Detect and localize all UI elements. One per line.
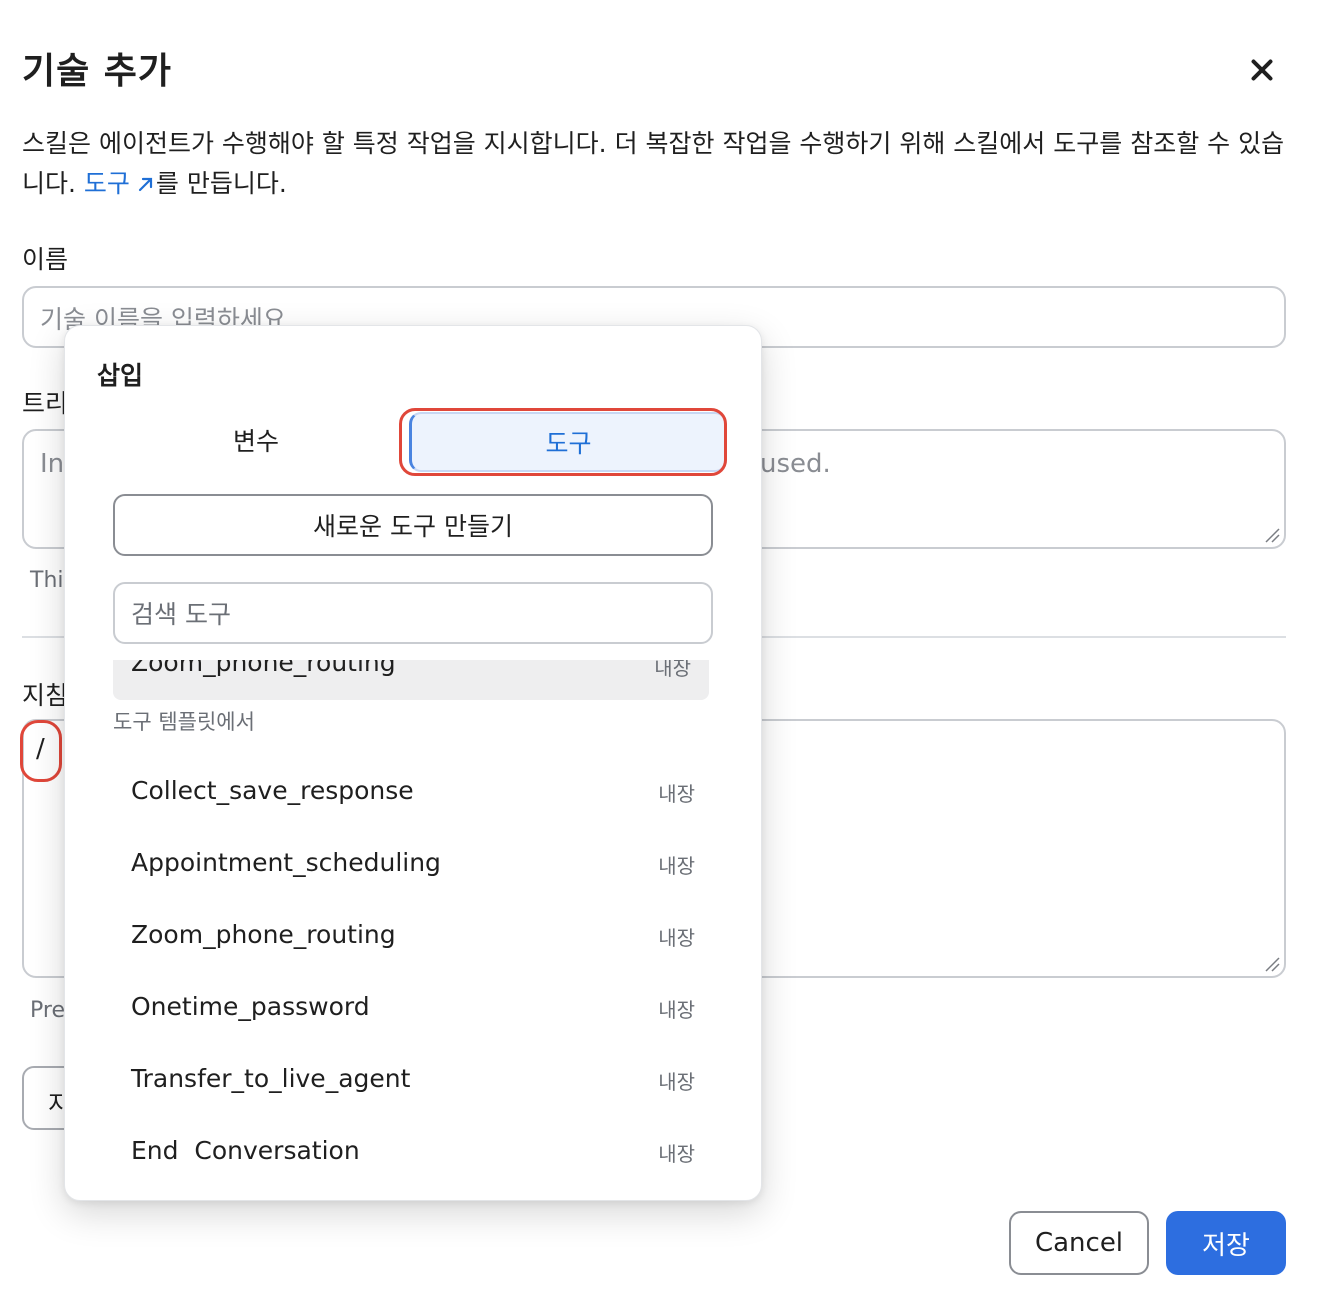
tool-list-scrolled: Zoom_phone_routing 내장 [113, 660, 713, 700]
tool-name: Collect_save_response [131, 776, 414, 805]
tool-name: End Conversation [131, 1136, 360, 1165]
list-item[interactable]: End Conversation 내장 [113, 1116, 713, 1188]
dialog-description: 스킬은 에이전트가 수행해야 할 특정 작업을 지시합니다. 더 복잡한 작업을… [22, 124, 1292, 204]
list-item[interactable]: Zoom_phone_routing 내장 [113, 900, 713, 972]
tab-variables[interactable]: 변수 [113, 410, 399, 470]
create-tool-button[interactable]: 새로운 도구 만들기 [113, 494, 713, 556]
trigger-help-text: Thi [30, 568, 64, 593]
tool-name: Transfer_to_live_agent [131, 1064, 411, 1093]
dialog-title: 기술 추가 [22, 51, 173, 92]
tool-name: Appointment_scheduling [131, 848, 441, 877]
resize-handle-icon[interactable] [1264, 956, 1280, 972]
popup-title: 삽입 [97, 361, 144, 390]
tool-name: Onetime_password [131, 992, 370, 1021]
trigger-placeholder-start: In [40, 449, 65, 479]
insert-popup: 삽입 변수 도구 새로운 도구 만들기 검색 도구 Zoom_phone_rou… [64, 325, 762, 1201]
description-suffix: 를 만듭니다. [155, 169, 287, 198]
tools-link-label[interactable]: 도구 [84, 169, 130, 198]
list-item[interactable]: Transfer_to_live_agent 내장 [113, 1044, 713, 1116]
name-label: 이름 [22, 245, 69, 274]
trigger-label: 트리 [22, 389, 69, 418]
instructions-label: 지침 [22, 681, 69, 710]
tool-search-input[interactable]: 검색 도구 [113, 582, 713, 644]
close-icon[interactable] [1240, 48, 1284, 92]
trigger-placeholder-end: used. [760, 449, 831, 479]
instructions-help-text: Pre [30, 998, 65, 1023]
tool-name: Zoom_phone_routing [131, 920, 396, 949]
search-placeholder: 검색 도구 [131, 600, 231, 629]
tab-highlight [399, 408, 727, 476]
tool-name: Zoom_phone_routing [131, 660, 396, 677]
slash-highlight [20, 720, 62, 782]
cancel-button[interactable]: Cancel [1009, 1211, 1149, 1275]
tool-tag: 내장 [658, 1142, 695, 1166]
templates-section-label: 도구 템플릿에서 [113, 710, 255, 734]
tool-tag: 내장 [658, 1070, 695, 1094]
add-skill-dialog: 기술 추가 스킬은 에이전트가 수행해야 할 특정 작업을 지시합니다. 더 복… [0, 0, 1330, 1308]
tool-tag: 내장 [658, 998, 695, 1022]
tool-tag: 내장 [658, 926, 695, 950]
list-item[interactable]: Appointment_scheduling 내장 [113, 828, 713, 900]
list-item[interactable]: Zoom_phone_routing 내장 [113, 660, 709, 700]
resize-handle-icon[interactable] [1264, 527, 1280, 543]
save-button[interactable]: 저장 [1166, 1211, 1286, 1275]
external-link-icon[interactable] [136, 174, 156, 194]
tool-tag: 내장 [654, 660, 691, 680]
list-item[interactable]: Onetime_password 내장 [113, 972, 713, 1044]
tools-link[interactable]: 도구 [84, 169, 156, 198]
tool-tag: 내장 [658, 782, 695, 806]
list-item[interactable]: Collect_save_response 내장 [113, 756, 713, 828]
tool-tag: 내장 [658, 854, 695, 878]
